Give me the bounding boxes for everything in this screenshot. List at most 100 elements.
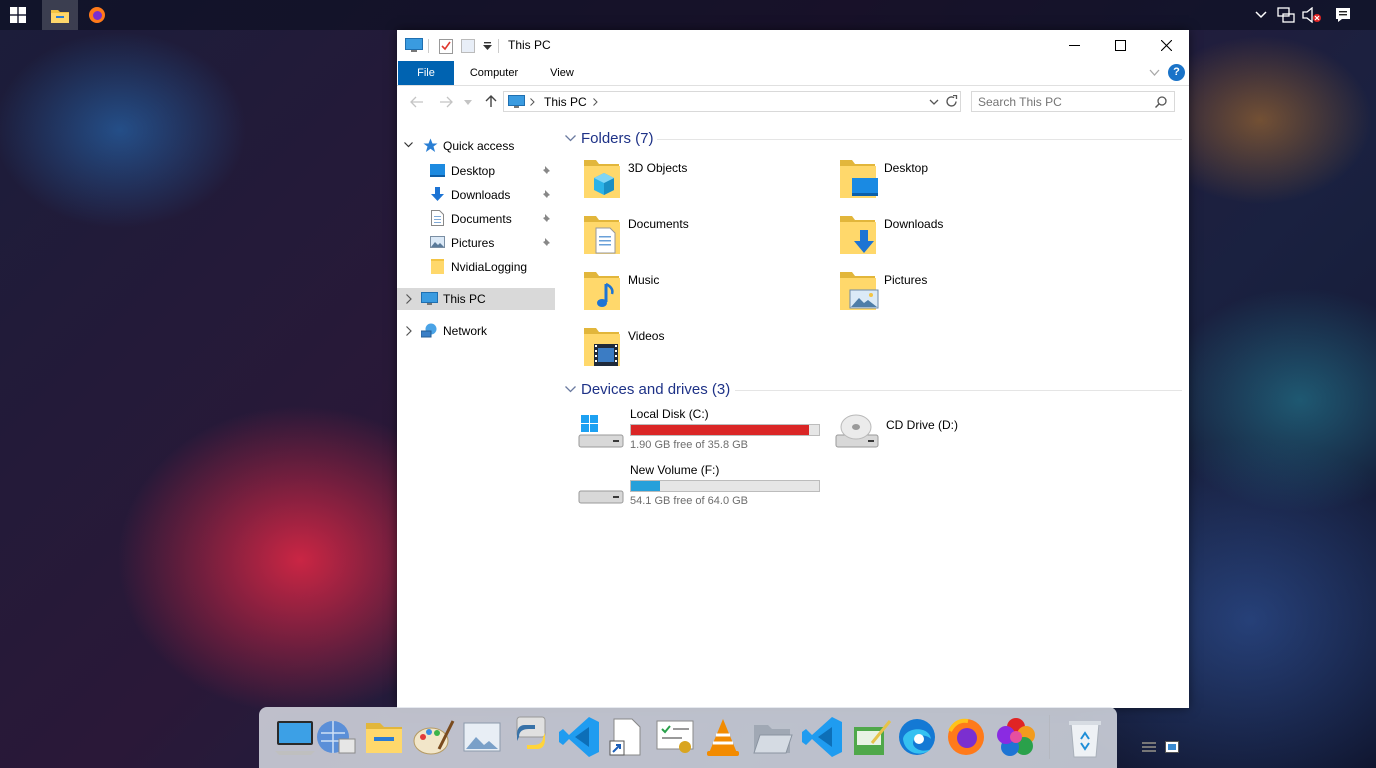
minimize-icon — [1068, 45, 1080, 46]
image-viewer-icon[interactable] — [460, 715, 504, 759]
folder-tile-pictures[interactable]: Pictures — [838, 270, 1078, 318]
properties-icon[interactable] — [439, 38, 453, 54]
nav-item-downloads[interactable]: Downloads — [397, 184, 555, 206]
color-picker-icon[interactable] — [994, 715, 1038, 759]
tile-label: Videos — [628, 329, 665, 343]
show-hidden-icons-button[interactable] — [1252, 0, 1270, 30]
folder-tile-music[interactable]: Music — [582, 270, 822, 318]
nav-item-pictures[interactable]: Pictures — [397, 232, 555, 254]
search-box[interactable] — [971, 91, 1175, 112]
nav-item-this-pc[interactable]: This PC — [397, 288, 555, 310]
forward-arrow-icon[interactable] — [439, 96, 453, 108]
help-button[interactable]: ? — [1168, 64, 1185, 81]
vlc-icon[interactable] — [701, 715, 745, 759]
volume-tray-button[interactable] — [1300, 0, 1324, 30]
start-button[interactable] — [0, 0, 36, 30]
drive-label: New Volume (F:) — [630, 463, 720, 477]
address-path[interactable]: This PC — [544, 95, 587, 109]
recycle-bin-icon[interactable] — [1063, 715, 1107, 759]
nav-item-nvidialogging[interactable]: NvidiaLogging — [397, 256, 555, 278]
notepad-icon[interactable] — [848, 715, 892, 759]
pictures-folder-icon — [840, 272, 879, 310]
action-center-button[interactable] — [1330, 0, 1356, 30]
file-explorer-icon[interactable] — [362, 715, 406, 759]
up-arrow-icon[interactable] — [485, 94, 497, 108]
certificate-icon[interactable] — [653, 715, 697, 759]
network-globe-icon[interactable] — [313, 715, 357, 759]
pictures-icon — [430, 236, 445, 248]
network-tray-button[interactable] — [1274, 0, 1298, 30]
group-divider — [657, 139, 1182, 140]
chevron-down-icon[interactable] — [404, 142, 413, 148]
hard-drive-icon — [578, 490, 624, 504]
group-title: Folders (7) — [581, 130, 654, 147]
chevron-right-icon[interactable] — [406, 294, 412, 304]
folder-tile-videos[interactable]: Videos — [582, 326, 822, 374]
tile-label: Downloads — [884, 217, 944, 231]
drive-tile-cd-drive-d[interactable]: CD Drive (D:) — [834, 407, 1079, 457]
folder-tile-3d-objects[interactable]: 3D Objects — [582, 158, 822, 206]
minimize-button[interactable] — [1051, 30, 1097, 61]
3d-objects-folder-icon — [584, 160, 620, 198]
details-view-icon[interactable] — [1142, 742, 1156, 752]
drive-tile-new-volume-f[interactable]: New Volume (F:) 54.1 GB free of 64.0 GB — [577, 463, 822, 513]
new-folder-icon[interactable] — [461, 39, 475, 53]
address-bar[interactable]: This PC — [503, 91, 961, 112]
customize-toolbar-icon[interactable] — [483, 42, 492, 51]
pin-icon[interactable] — [540, 166, 550, 176]
nav-label: This PC — [443, 292, 486, 306]
maximize-button[interactable] — [1097, 30, 1143, 61]
folders-group-header[interactable]: Folders (7) — [565, 130, 654, 147]
drive-tile-local-disk-c[interactable]: Local Disk (C:) 1.90 GB free of 35.8 GB — [577, 407, 822, 457]
tab-computer[interactable]: Computer — [458, 61, 530, 85]
search-icon — [1155, 96, 1167, 108]
app-dock — [259, 707, 1117, 768]
pin-icon[interactable] — [540, 238, 550, 248]
python-icon[interactable] — [509, 715, 553, 759]
folder-tile-documents[interactable]: Documents — [582, 214, 822, 262]
drive-free-space: 54.1 GB free of 64.0 GB — [630, 495, 749, 507]
nav-item-desktop[interactable]: Desktop — [397, 160, 555, 182]
taskbar-firefox-button[interactable] — [80, 0, 114, 30]
title-divider — [498, 39, 499, 53]
folder-tile-downloads[interactable]: Downloads — [838, 214, 1078, 262]
drives-group-header[interactable]: Devices and drives (3) — [565, 381, 730, 398]
tile-label: Desktop — [884, 161, 929, 175]
back-arrow-icon[interactable] — [410, 96, 424, 108]
taskbar-file-explorer-button[interactable] — [42, 0, 78, 30]
vscode-icon[interactable] — [557, 715, 601, 759]
computer-icon[interactable] — [273, 715, 317, 759]
chevron-down-icon — [565, 135, 576, 142]
recent-locations-icon[interactable] — [464, 100, 472, 105]
volume-muted-icon — [1302, 7, 1321, 23]
cd-drive-icon — [835, 414, 879, 448]
folder-open-icon[interactable] — [750, 715, 794, 759]
firefox-icon[interactable] — [944, 715, 988, 759]
document-icon — [431, 210, 444, 226]
chevron-right-icon[interactable] — [406, 326, 412, 336]
tab-file[interactable]: File — [398, 61, 454, 85]
shortcut-icon[interactable] — [604, 715, 648, 759]
folder-tile-desktop[interactable]: Desktop — [838, 158, 1078, 206]
nav-item-documents[interactable]: Documents — [397, 208, 555, 230]
search-input[interactable] — [978, 93, 1148, 110]
file-explorer-icon — [51, 10, 69, 23]
edge-icon[interactable] — [895, 715, 939, 759]
expand-ribbon-icon[interactable] — [1149, 69, 1160, 77]
paint-icon[interactable] — [411, 715, 455, 759]
drive-usage-bar — [630, 480, 820, 492]
address-dropdown-icon[interactable] — [929, 99, 939, 106]
nav-item-network[interactable]: Network — [397, 320, 555, 342]
pin-icon[interactable] — [540, 190, 550, 200]
group-divider — [735, 390, 1182, 391]
nav-quick-access[interactable]: Quick access — [397, 135, 555, 157]
tile-label: Documents — [628, 217, 689, 231]
refresh-icon[interactable] — [945, 95, 958, 108]
tab-view[interactable]: View — [537, 61, 587, 85]
close-button[interactable] — [1143, 30, 1189, 61]
chevron-right-icon[interactable] — [530, 98, 535, 106]
vscode-icon[interactable] — [800, 715, 844, 759]
pin-icon[interactable] — [540, 214, 550, 224]
large-icons-view-icon[interactable] — [1165, 741, 1179, 753]
chevron-right-icon[interactable] — [593, 98, 598, 106]
